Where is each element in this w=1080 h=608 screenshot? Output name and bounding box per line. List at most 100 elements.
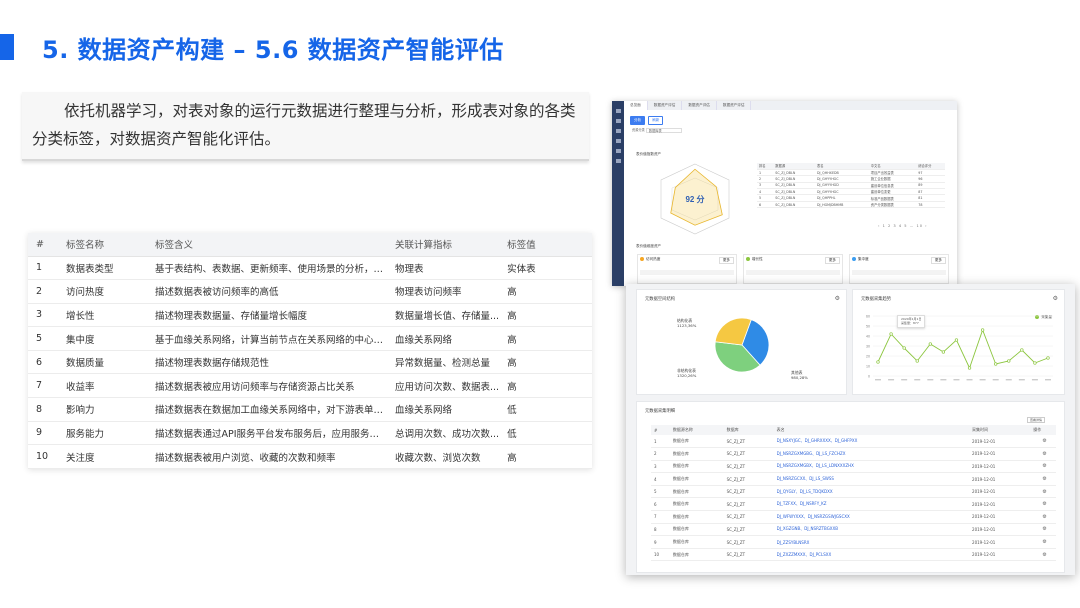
table-row[interactable]: 6 数据质量 描述物理表数据存储规范性 异常数据量、检测总量高 — [28, 350, 592, 375]
table-cell[interactable]: DJ_NSRZGCXX、DJ_LS_SWSS — [773, 472, 970, 486]
slide-title: 5. 数据资产构建 – 5.6 数据资产智能评估 — [42, 36, 504, 64]
table-row[interactable]: 4 数据仓库 SC_ZJ_ZT DJ_NSRZGCXX、DJ_LS_SWSS 2019-… — [651, 472, 1056, 486]
action-tooltip: 查看详情 — [1027, 417, 1046, 423]
table-row[interactable]: 8 数据仓库 SC_ZJ_ZT DJ_XGZGNB、DJ_NSRZTBGXXB 2019… — [651, 523, 1056, 537]
detail-table-header: # 数据源名称 数据库 表名 采集时间 操作 — [651, 425, 1056, 435]
data-point[interactable] — [902, 346, 906, 350]
resource-select: 资源分类 数据库表 — [630, 128, 682, 133]
table-row[interactable]: 5 集中度 基于血缘关系网络，计算当前节点在关系网络的中心度。 血缘关系网络高 — [28, 326, 592, 351]
table-row[interactable]: 2 数据仓库 SC_ZJ_ZT DJ_NSRZGXMGBG、DJ_LS_FZCHZX 2… — [651, 447, 1056, 461]
table-cell: 血缘关系网络 — [387, 397, 500, 422]
table-row[interactable]: 6 数据仓库 SC_ZJ_ZT DJ_TZFXX、DJ_NSRFY_KZ 2019-12… — [651, 497, 1056, 512]
view-icon[interactable]: ⚙ — [1030, 510, 1056, 524]
data-point[interactable] — [889, 332, 893, 336]
resource-select-box[interactable]: 数据库表 — [645, 128, 682, 133]
data-point[interactable] — [1033, 361, 1037, 365]
radar-section-title: 表价值指数资产 — [636, 152, 662, 156]
table-cell[interactable]: DJ_QYGLY、DJ_LS_TDQKDXX — [773, 485, 970, 499]
nav-menu-icon[interactable] — [615, 159, 621, 163]
table-row[interactable]: 2 访问热度 描述数据表被访问频率的高低 物理表访问频率高 — [28, 279, 592, 304]
data-point[interactable] — [980, 328, 985, 332]
card-table-head — [852, 270, 946, 275]
table-cell[interactable]: DJ_TZFXX、DJ_NSRFY_KZ — [773, 497, 970, 512]
view-icon[interactable]: ⚙ — [1030, 523, 1056, 537]
data-point[interactable] — [1046, 356, 1050, 360]
table-row[interactable]: 10 关注度 描述数据表被用户浏览、收藏的次数和频率 收藏次数、浏览次数高 — [28, 444, 592, 469]
table-cell: 高 — [499, 303, 592, 328]
nav-menu-icon[interactable] — [615, 129, 621, 133]
table-row[interactable]: 8 影响力 描述数据表在数据加工血缘关系网络中，对下游表单影响程度 血缘关系网络低 — [28, 397, 592, 422]
table-cell: 影响力 — [58, 397, 147, 422]
data-point[interactable] — [1020, 348, 1024, 352]
table-row[interactable]: 9 数据仓库 SC_ZJ_ZT DJ_ZZSYBLNSRX 2019-12-01 ⚙ — [651, 535, 1056, 549]
tab-overview[interactable]: 总览面 — [624, 101, 648, 110]
tag-table: # 标签名称 标签含义 关联计算指标 标签值 1 数据表类型 基于表结构、表数据、更… — [28, 233, 592, 469]
data-point[interactable] — [967, 366, 972, 370]
table-row[interactable]: 10 数据仓库 SC_ZJ_ZT DJ_ZXZZMXXX、DJ_PCLSXX 2019-… — [651, 548, 1056, 562]
table-cell: 2 — [28, 279, 58, 304]
table-row[interactable]: 3 增长性 描述物理表数据量、存储量增长幅度 数据量增长值、存储量... 高 — [28, 303, 592, 328]
tab-evaluation[interactable]: 数据资产评估 — [682, 101, 717, 110]
data-point[interactable] — [928, 342, 932, 346]
table-row[interactable]: 5 数据仓库 SC_ZJ_ZT DJ_QYGLY、DJ_LS_TDQKDXX 2019-… — [651, 485, 1056, 499]
table-cell[interactable]: DJ_NSXYJGC、DJ_GHRXXXX、DJ_GHFPXX — [773, 435, 970, 449]
tab-evaluation[interactable]: 数据资产评估 — [717, 101, 752, 110]
detail-table-card: 元数据采集明细 查看详情 # 数据源名称 数据库 表名 采集时间 操作 1 数据仓库 SC_Z… — [636, 401, 1065, 573]
table-cell[interactable]: DJ_ZXZZMXXX、DJ_PCLSXX — [773, 548, 970, 562]
nav-menu-icon[interactable] — [615, 149, 621, 153]
nav-home-icon[interactable] — [615, 109, 621, 113]
analyze-button[interactable]: 分析 — [630, 116, 646, 125]
view-icon[interactable]: ⚙ — [1030, 548, 1056, 562]
view-icon[interactable]: ⚙ — [1030, 535, 1056, 549]
nav-menu-icon[interactable] — [615, 139, 621, 143]
table-row[interactable]: 7 数据仓库 SC_ZJ_ZT DJ_WFWYXXX、DJ_NSRZGSWJGSCXX… — [651, 510, 1056, 524]
view-icon[interactable]: ⚙ — [1030, 460, 1056, 474]
view-icon[interactable]: ⚙ — [1030, 435, 1056, 449]
view-icon[interactable]: ⚙ — [1030, 485, 1056, 499]
more-button[interactable]: 更多 — [718, 257, 734, 264]
table-cell: 描述数据表被应用访问频率与存储资源占比关系 — [147, 373, 387, 399]
data-point[interactable] — [941, 350, 946, 354]
tab-evaluation[interactable]: 数据资产评估 — [648, 101, 683, 110]
card-table-head — [746, 270, 840, 275]
table-cell[interactable]: DJ_WFWYXXX、DJ_NSRZGSWJGSCXX — [773, 510, 970, 524]
table-row[interactable]: 6 SC_ZJ_DBLN DJ_HGMJDBHMB 资产分类数据表 78 — [757, 201, 945, 209]
data-point[interactable] — [954, 338, 959, 342]
table-row[interactable]: 1 数据仓库 SC_ZJ_ZT DJ_NSXYJGC、DJ_GHRXXXX、DJ_GH… — [651, 435, 1056, 449]
table-row[interactable]: 9 服务能力 描述数据表通过API服务平台发布服务后，应用服务运行状况 总调用次数、成… — [28, 421, 592, 446]
table-cell: 数据仓库 — [669, 485, 724, 499]
pie-label: 非结构化表 1320,26% — [677, 368, 696, 378]
table-row[interactable]: 7 收益率 描述数据表被应用访问频率与存储资源占比关系 应用访问次数、数据表... 高 — [28, 373, 592, 399]
view-icon[interactable]: ⚙ — [1030, 472, 1056, 486]
more-button[interactable]: 更多 — [930, 257, 946, 264]
data-point[interactable] — [994, 362, 998, 366]
card-table-head — [640, 270, 734, 275]
data-point[interactable] — [876, 360, 880, 364]
view-icon[interactable]: ⚙ — [1030, 447, 1056, 461]
table-cell: 服务能力 — [58, 421, 147, 446]
pagination[interactable]: ‹ 1 2 3 4 5 … 10 › — [878, 224, 928, 228]
table-cell: 数据仓库 — [669, 435, 724, 449]
table-cell[interactable]: DJ_NSRZGXMGBX、DJ_LS_LDNXXXZHX — [773, 460, 970, 474]
table-cell: 血缘关系网络 — [387, 326, 500, 351]
table-cell: 高 — [499, 373, 592, 399]
data-point[interactable] — [1007, 359, 1011, 363]
tag-table-body: 1数据表类型基于表结构、表数据、更新频率、使用场景的分析，自动识别...物理表实… — [28, 256, 592, 469]
table-cell: 数据仓库 — [669, 497, 724, 512]
refresh-button[interactable]: 刷新 — [648, 116, 664, 125]
dimension-cards: 访问热度 更多 增长性 更多 集中度 更多 — [637, 254, 949, 284]
table-cell[interactable]: DJ_ZZSYBLNSRX — [773, 535, 970, 549]
table-cell: 数据质量 — [58, 350, 147, 375]
table-cell[interactable]: DJ_NSRZGXMGBG、DJ_LS_FZCHZX — [773, 447, 970, 461]
data-point[interactable] — [915, 359, 919, 363]
more-button[interactable]: 更多 — [824, 257, 840, 264]
table-cell: 8 — [28, 397, 58, 422]
view-icon[interactable]: ⚙ — [1030, 497, 1056, 512]
table-cell: 收益率 — [58, 373, 147, 399]
table-row[interactable]: 3 数据仓库 SC_ZJ_ZT DJ_NSRZGXMGBX、DJ_LS_LDNXXXZ… — [651, 460, 1056, 474]
nav-menu-icon[interactable] — [615, 119, 621, 123]
pie-card: 元数据空间结构 ⚙ 结构化表 1123,36% 非结构化表 1320,26% 其他表… — [636, 289, 847, 395]
table-cell[interactable]: DJ_XGZGNB、DJ_NSRZTBGXXB — [773, 523, 970, 537]
table-row[interactable]: 1数据表类型基于表结构、表数据、更新频率、使用场景的分析，自动识别...物理表实… — [28, 256, 592, 281]
dimension-card: 访问热度 更多 — [637, 254, 737, 284]
